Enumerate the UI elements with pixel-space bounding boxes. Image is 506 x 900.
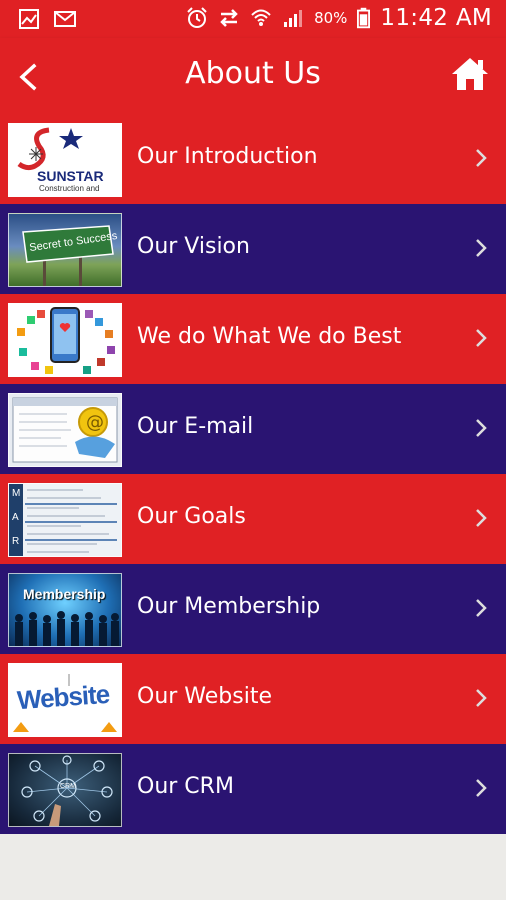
page-title: About Us xyxy=(185,56,321,91)
chevron-right-icon xyxy=(476,329,487,347)
status-bar: 80% 11:42 AM xyxy=(0,0,506,38)
sunstar-logo-thumbnail: SUNSTAR Construction and xyxy=(8,123,122,197)
crm-text: CRM xyxy=(60,783,76,790)
smart-goals-thumbnail: M A R xyxy=(8,483,122,557)
chevron-right-icon xyxy=(476,239,487,257)
menu-item-our-vision[interactable]: Secret to Success Our Vision xyxy=(0,204,506,294)
secret-to-success-thumbnail: Secret to Success xyxy=(8,213,122,287)
sunstar-logo-text: SUNSTAR xyxy=(37,168,104,184)
chevron-right-icon xyxy=(476,779,487,797)
image-icon xyxy=(19,9,39,29)
goals-letter-r: R xyxy=(12,536,20,547)
menu-item-label: Our Membership xyxy=(137,594,321,619)
battery-icon xyxy=(357,7,371,29)
email-window-thumbnail: @ xyxy=(8,393,122,467)
website-thumbnail: Website xyxy=(8,663,122,737)
chevron-right-icon xyxy=(476,509,487,527)
goals-letter-m: M xyxy=(12,488,21,499)
svg-text:@: @ xyxy=(86,412,104,433)
menu-item-label: Our Website xyxy=(137,684,272,709)
app-bar: About Us xyxy=(0,38,506,114)
menu-item-our-introduction[interactable]: SUNSTAR Construction and Our Introductio… xyxy=(0,114,506,204)
membership-thumbnail: Membership xyxy=(8,573,122,647)
goals-letter-a: A xyxy=(12,512,19,523)
menu-item-label: Our CRM xyxy=(137,774,234,799)
chevron-right-icon xyxy=(476,599,487,617)
alarm-icon xyxy=(187,7,207,28)
menu-item-label: Our Goals xyxy=(137,504,246,529)
phone-apps-thumbnail xyxy=(8,303,122,377)
battery-percent: 80% xyxy=(314,9,348,27)
menu-item-our-membership[interactable]: Membership Our Membership xyxy=(0,564,506,654)
menu-item-our-crm[interactable]: CRM Our CRM xyxy=(0,744,506,834)
clock: 11:42 AM xyxy=(380,5,492,31)
mail-icon xyxy=(54,11,76,27)
chevron-right-icon xyxy=(476,149,487,167)
menu-item-label: Our E-mail xyxy=(137,414,254,439)
chevron-right-icon xyxy=(476,419,487,437)
menu-item-we-do-what-we-do-best[interactable]: We do What We do Best xyxy=(0,294,506,384)
chevron-right-icon xyxy=(476,689,487,707)
home-button[interactable] xyxy=(450,56,490,92)
about-menu-list: SUNSTAR Construction and Our Introductio… xyxy=(0,114,506,834)
empty-footer-area xyxy=(0,836,506,900)
sunstar-logo-subtext: Construction and xyxy=(39,184,100,193)
menu-item-label: Our Vision xyxy=(137,234,250,259)
home-icon xyxy=(452,58,488,90)
crm-network-thumbnail: CRM xyxy=(8,753,122,827)
menu-item-label: We do What We do Best xyxy=(137,324,402,349)
menu-item-our-website[interactable]: Website Our Website xyxy=(0,654,506,744)
signal-icon xyxy=(284,10,303,27)
menu-item-our-email[interactable]: @ Our E-mail xyxy=(0,384,506,474)
menu-item-label: Our Introduction xyxy=(137,144,318,169)
menu-item-our-goals[interactable]: M A R Our Goals xyxy=(0,474,506,564)
membership-text: Membership xyxy=(23,586,106,602)
wifi-icon xyxy=(251,9,271,26)
website-word-text: Website xyxy=(16,678,111,716)
sync-icon xyxy=(220,9,238,27)
